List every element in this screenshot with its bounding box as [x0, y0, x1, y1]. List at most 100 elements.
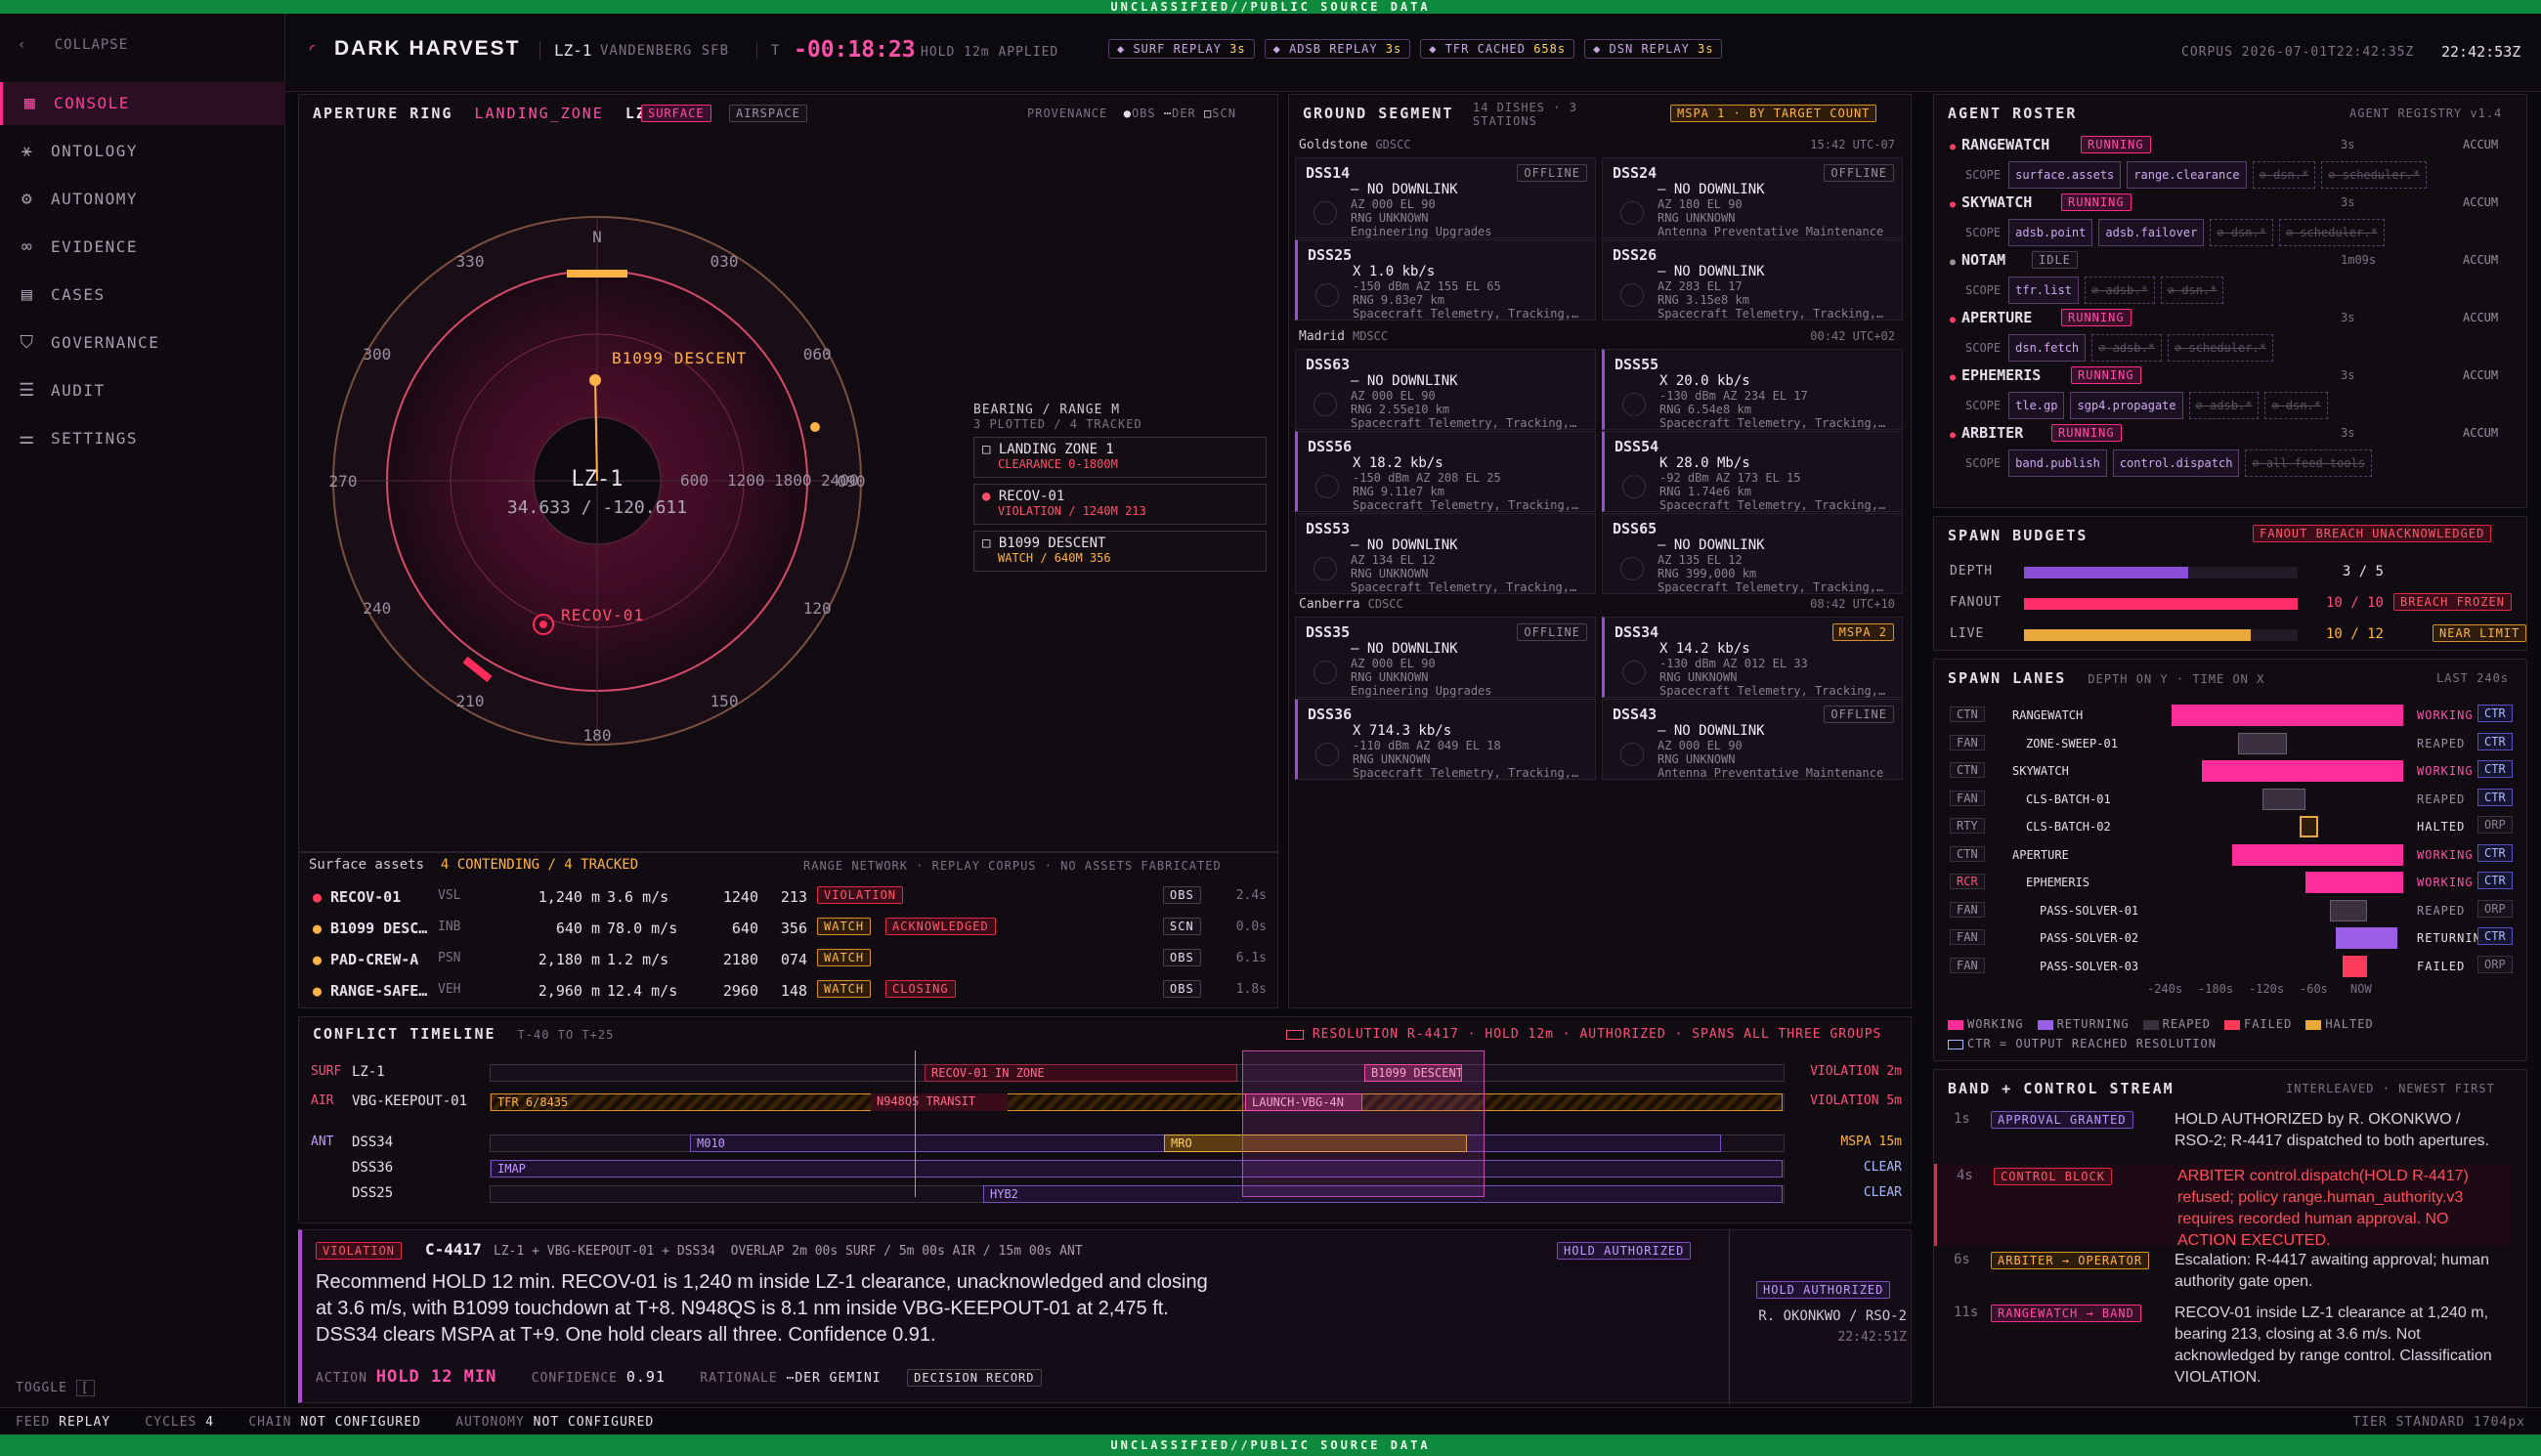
timeline-bar-n948qs[interactable]: N948QS TRANSIT [871, 1093, 1008, 1111]
timeline-bar-recov[interactable]: RECOV-01 IN ZONE [925, 1064, 1237, 1082]
agent-row-skywatch[interactable]: ● SKYWATCH RUNNING 3s ACCUM SCOPE adsb.point ad… [1950, 193, 2507, 250]
station-activity: Spacecraft Telemetry, Tracking,… [1353, 766, 1579, 780]
aperture-ring-chart: LZ-1 34.633 / -120.611 B1099 DESCENT REC… [329, 216, 865, 746]
resolution-summary: RESOLUTION R-4417 · HOLD 12m · AUTHORIZE… [1286, 1027, 1881, 1042]
asset-name: RECOV-01 [330, 888, 402, 906]
station-card-dss26[interactable]: DSS26— NO DOWNLINK AZ 283 EL 17 RNG 3.15e8… [1602, 239, 1903, 321]
agent-row-rangewatch[interactable]: ● RANGEWATCH RUNNING 3s ACCUM SCOPE surface.as… [1950, 136, 2507, 193]
fanout-alert[interactable]: FANOUT BREACH UNACKNOWLEDGED [2253, 525, 2492, 542]
scope-chip[interactable]: band.publish [2008, 450, 2107, 477]
budget-flag: BREACH FROZEN [2393, 593, 2512, 611]
scope-chip[interactable]: surface.assets [2008, 161, 2122, 189]
feed-chip-adsb[interactable]: ◆ ADSB REPLAY 3s [1264, 39, 1411, 59]
lane-row-pass-solver-01[interactable]: FAN PASS-SOLVER-01 REAPED ORP [1944, 898, 2520, 925]
scope-chip[interactable]: adsb.point [2008, 219, 2093, 246]
station-card-dss55[interactable]: DSS55 X 20.0 kb/s -130 dBm AZ 234 EL 17 RNG… [1602, 349, 1903, 430]
station-card-dss43[interactable]: DSS43 OFFLINE — NO DOWNLINK AZ 000 EL 90 RNG… [1602, 699, 1903, 780]
station-card-dss65[interactable]: DSS65— NO DOWNLINK AZ 135 EL 12 RNG 399,00… [1602, 513, 1903, 594]
station-activity: Engineering Upgrades [1351, 225, 1492, 238]
stream-item[interactable]: 1s APPROVAL GRANTED HOLD AUTHORIZED by R. … [1934, 1107, 2511, 1160]
legend-landing-zone[interactable]: □ LANDING ZONE 1 CLEARANCE 0-1800M [973, 437, 1267, 478]
scope-chip[interactable]: adsb.failover [2098, 219, 2205, 246]
lane-row-pass-solver-02[interactable]: FAN PASS-SOLVER-02 RETURNING CTR [1944, 925, 2520, 953]
agent-row-ephemeris[interactable]: ● EPHEMERIS RUNNING 3s ACCUM SCOPE tle.gp sgp4.… [1950, 366, 2507, 423]
station-range: RNG UNKNOWN [1353, 752, 1431, 766]
sidebar-item-autonomy[interactable]: ⚙ AUTONOMY [0, 178, 285, 221]
station-card-dss36[interactable]: DSS36 X 714.3 kb/s -110 dBm AZ 049 EL 18 RN… [1295, 699, 1596, 780]
b1099-marker[interactable] [589, 374, 601, 386]
stream-text: Escalation: R-4417 awaiting approval; hu… [2175, 1252, 2489, 1290]
pad-crew-marker[interactable] [810, 422, 820, 432]
legend-recov[interactable]: ● RECOV-01 VIOLATION / 1240M 213 [973, 484, 1267, 525]
station-card-dss63[interactable]: DSS63— NO DOWNLINK AZ 000 EL 90 RNG 2.55e1… [1295, 349, 1596, 430]
scope-chip[interactable]: tle.gp [2008, 392, 2065, 419]
feed-chip-tfr[interactable]: ◆ TFR CACHED 658s [1420, 39, 1575, 59]
sidebar-item-governance[interactable]: ⛉ GOVERNANCE [0, 321, 285, 364]
tab-surface[interactable]: SURFACE [641, 105, 711, 122]
sidebar-item-ontology[interactable]: ⚹ ONTOLOGY [0, 130, 285, 173]
station-card-dss56[interactable]: DSS56 X 18.2 kb/s -150 dBm AZ 208 EL 25 RNG… [1295, 431, 1596, 512]
lane-row-zone-sweep-01[interactable]: FAN ZONE-SWEEP-01 REAPED CTR [1944, 731, 2520, 758]
sidebar-item-console[interactable]: ▦ CONSOLE [0, 82, 285, 125]
sidebar-item-cases[interactable]: ▤ CASES [0, 274, 285, 317]
lane-row-pass-solver-03[interactable]: FAN PASS-SOLVER-03 FAILED ORP [1944, 954, 2520, 981]
budget-fill [2024, 598, 2298, 610]
toggle-button[interactable]: TOGGLE [ [16, 1380, 95, 1396]
agent-scopes: SCOPE tfr.list ⊘ adsb.* ⊘ dsn.* [1950, 277, 2507, 304]
lane-row-cls-batch-01[interactable]: FAN CLS-BATCH-01 REAPED CTR [1944, 787, 2520, 814]
station-card-dss25[interactable]: DSS25 X 1.0 kb/s -150 dBm AZ 155 EL 65 RNG … [1295, 239, 1596, 321]
asset-r: 2960 [722, 982, 758, 1000]
station-card-dss14[interactable]: DSS14 OFFLINE — NO DOWNLINK AZ 000 EL 90 RNG… [1295, 157, 1596, 238]
header: ◜ DARK HARVEST LZ-1 VANDENBERG SFB T -00… [285, 14, 2541, 92]
legend-b1099[interactable]: □ B1099 DESCENT WATCH / 640M 356 [973, 531, 1267, 572]
timeline-bar-imap[interactable]: IMAP [491, 1160, 1783, 1178]
scope-chip[interactable]: range.clearance [2127, 161, 2247, 189]
station-rate: — NO DOWNLINK [1351, 641, 1458, 657]
stream-item[interactable]: 6s ARBITER → OPERATOR Escalation: R-4417 a… [1934, 1248, 2511, 1299]
agent-name: EPHEMERIS [1961, 366, 2042, 384]
sidebar-item-settings[interactable]: ⚌ SETTINGS [0, 417, 285, 460]
feed-chip-surf[interactable]: ◆ SURF REPLAY 3s [1108, 39, 1255, 59]
asset-status: WATCH [817, 980, 872, 998]
station-card-dss34[interactable]: DSS34 MSPA 2 X 14.2 kb/s -130 dBm AZ 012 EL… [1602, 617, 1903, 698]
feed-chip-dsn[interactable]: ◆ DSN REPLAY 3s [1584, 39, 1723, 59]
lane-row-cls-batch-02[interactable]: RTY CLS-BATCH-02 HALTED ORP [1944, 814, 2520, 841]
sidebar-item-evidence[interactable]: ∞ EVIDENCE [0, 226, 285, 269]
stream-item[interactable]: 4s CONTROL BLOCK ARBITER control.dispatch(… [1934, 1164, 2511, 1249]
timeline-bar-tfr[interactable]: TFR 6/8435 [491, 1093, 1783, 1111]
lane-row-aperture[interactable]: CTN APERTURE WORKING CTR [1944, 842, 2520, 870]
station-card-dss54[interactable]: DSS54 K 28.0 Mb/s -92 dBm AZ 173 EL 15 RNG … [1602, 431, 1903, 512]
stream-time: 1s [1954, 1111, 1970, 1127]
station-activity: Spacecraft Telemetry, Tracking,… [1658, 307, 1884, 321]
agent-age: 3s [2341, 311, 2355, 324]
sidebar-item-audit[interactable]: ☰ AUDIT [0, 369, 285, 412]
scope-chip[interactable]: sgp4.propagate [2070, 392, 2183, 419]
collapse-button[interactable]: ‹ COLLAPSE [18, 37, 128, 53]
lane-kind: FAN [1950, 957, 1985, 973]
decision-record-button[interactable]: DECISION RECORD [907, 1369, 1042, 1387]
station-pointing: AZ 180 EL 90 [1658, 197, 1743, 211]
station-card-dss35[interactable]: DSS35 OFFLINE — NO DOWNLINK AZ 000 EL 90 RNG… [1295, 617, 1596, 698]
agent-mode: ACCUM [2463, 368, 2499, 382]
timeline-title: CONFLICT TIMELINE T-40 TO T+25 [313, 1025, 615, 1043]
asset-age: 1.8s [1235, 982, 1267, 997]
agent-row-arbiter[interactable]: ● ARBITER RUNNING 3s ACCUM SCOPE band.publish c… [1950, 424, 2507, 481]
blocked-icon: ⊘ [2328, 168, 2343, 182]
lane-row-skywatch[interactable]: CTN SKYWATCH WORKING CTR [1944, 758, 2520, 786]
scope-chip[interactable]: tfr.list [2008, 277, 2079, 304]
agent-row-notam[interactable]: ● NOTAM IDLE 1m09s ACCUM SCOPE tfr.list ⊘ adsb.… [1950, 251, 2507, 308]
lane-row-rangewatch[interactable]: CTN RANGEWATCH WORKING CTR [1944, 703, 2520, 730]
tab-airspace[interactable]: AIRSPACE [729, 105, 807, 122]
corpus-time: CORPUS 2026-07-01T22:42:35Z [2181, 45, 2415, 60]
lane-row-ephemeris[interactable]: RCR EPHEMERIS WORKING CTR [1944, 870, 2520, 897]
list-icon: ☰ [19, 380, 36, 401]
scope-chip[interactable]: control.dispatch [2112, 450, 2240, 477]
station-card-dss53[interactable]: DSS53— NO DOWNLINK AZ 134 EL 12 RNG UNKNOW… [1295, 513, 1596, 594]
scope-chip[interactable]: dsn.fetch [2008, 334, 2087, 362]
stream-item[interactable]: 11s RANGEWATCH → BAND RECOV-01 inside LZ-1… [1934, 1301, 2511, 1398]
lane-kind: FAN [1950, 734, 1985, 750]
station-card-dss24[interactable]: DSS24 OFFLINE — NO DOWNLINK AZ 180 EL 90 RNG… [1602, 157, 1903, 238]
agent-row-aperture[interactable]: ● APERTURE RUNNING 3s ACCUM SCOPE dsn.fetch ⊘ a… [1950, 309, 2507, 365]
lane-ctr: ORP [2477, 816, 2513, 834]
agent-scopes: SCOPE band.publish control.dispatch ⊘ all f… [1950, 450, 2507, 477]
